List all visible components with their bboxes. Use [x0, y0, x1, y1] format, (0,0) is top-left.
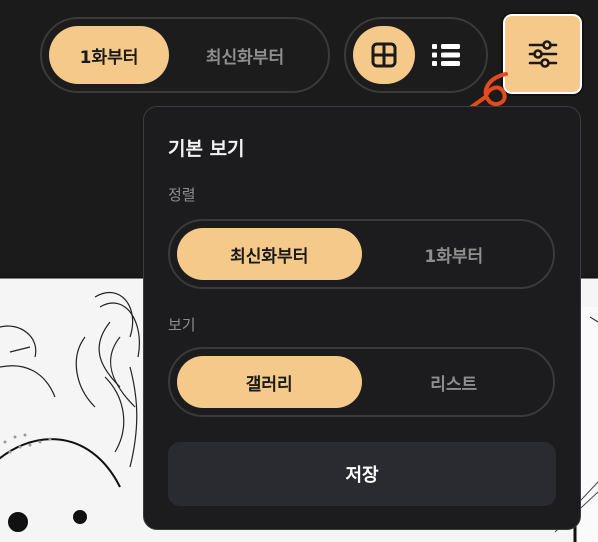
sort-first-option[interactable]: 1화부터	[362, 228, 547, 280]
sort-latest-option[interactable]: 최신화부터	[177, 228, 362, 280]
grid-icon	[371, 42, 397, 68]
view-section-label: 보기	[168, 316, 196, 334]
sliders-icon	[528, 40, 557, 68]
view-toggle: 갤러리 리스트	[168, 347, 555, 417]
list-icon	[432, 44, 460, 66]
sort-toggle: 최신화부터 1화부터	[168, 219, 555, 289]
view-list-option[interactable]: 리스트	[362, 356, 547, 408]
order-latest-episode-option[interactable]: 최신화부터	[169, 26, 321, 84]
default-view-settings-panel: 기본 보기 정렬 최신화부터 1화부터 보기 갤러리 리스트 저장	[143, 106, 581, 530]
save-button[interactable]: 저장	[168, 442, 556, 506]
episode-order-toggle: 1화부터 최신화부터	[40, 17, 330, 93]
grid-view-button[interactable]	[353, 26, 415, 84]
panel-title: 기본 보기	[168, 138, 245, 160]
sort-section-label: 정렬	[168, 186, 196, 204]
order-first-episode-option[interactable]: 1화부터	[49, 26, 169, 84]
view-gallery-option[interactable]: 갤러리	[177, 356, 362, 408]
